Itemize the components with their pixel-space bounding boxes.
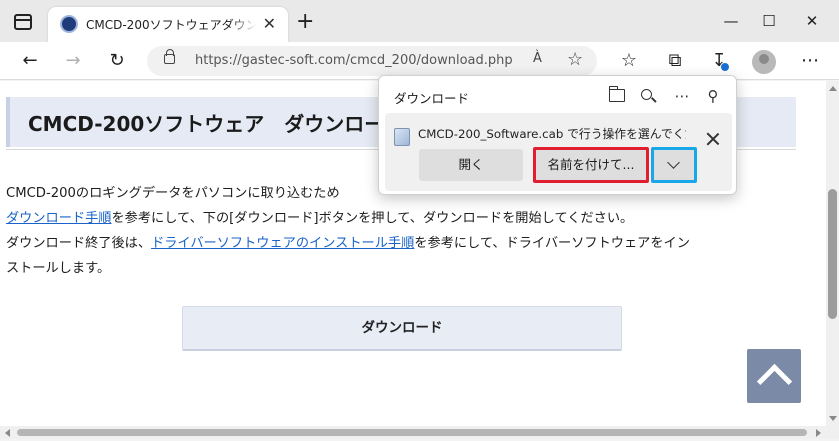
url-text[interactable]: https://gastec-soft.com/cmcd_200/downloa… (195, 53, 513, 68)
scrollbar-corner (826, 426, 839, 439)
downloads-flyout: ダウンロード ⋯ ⚲ CMCD-200_Software.cab で行う操作を選… (378, 75, 737, 195)
favorites-icon[interactable]: ☆ (616, 48, 642, 74)
tab-active[interactable]: CMCD-200ソフトウェアダウンロードページ ✕ (48, 7, 288, 42)
refresh-icon[interactable]: ↻ (104, 48, 130, 74)
collections-icon[interactable]: ⧉ (662, 48, 688, 74)
open-folder-icon[interactable] (608, 86, 625, 102)
title-bar: CMCD-200ソフトウェアダウンロードページ ✕ + — ☐ ✕ (0, 0, 839, 42)
vertical-scroll-thumb[interactable] (828, 189, 837, 319)
save-as-button[interactable]: 名前を付けて... (533, 147, 649, 183)
horizontal-scrollbar[interactable] (0, 426, 826, 439)
scroll-up-icon[interactable] (829, 86, 837, 91)
lock-icon[interactable] (164, 49, 175, 64)
download-badge-icon (720, 62, 730, 72)
flyout-title: ダウンロード (394, 91, 470, 106)
scroll-right-icon[interactable] (816, 429, 821, 437)
para-line-3-rest: を参考にして、ドライバーソフトウェアをイン (414, 236, 690, 251)
para-line-4: ストールします。 (6, 261, 111, 276)
horizontal-scroll-thumb[interactable] (17, 429, 807, 436)
para-line-3-start: ダウンロード終了後は、 (6, 236, 152, 251)
download-item: CMCD-200_Software.cab で行う操作を選んでくださ... 開く… (385, 113, 732, 191)
cab-file-icon (394, 128, 410, 146)
search-downloads-icon[interactable] (641, 89, 652, 100)
add-favorite-icon[interactable]: ☆ (567, 49, 583, 70)
instructions-paragraph: CMCD-200のロギングデータをパソコンに取り込むため ダウンロード手順を参考… (6, 181, 816, 281)
driver-install-link[interactable]: ドライバーソフトウェアのインストール手順 (151, 236, 414, 251)
download-procedure-link[interactable]: ダウンロード手順 (6, 211, 112, 226)
scroll-to-top-icon[interactable] (747, 349, 801, 403)
address-bar[interactable]: https://gastec-soft.com/cmcd_200/downloa… (147, 46, 597, 76)
page-title: CMCD-200ソフトウェア ダウンロード (28, 112, 405, 136)
minimize-button[interactable]: — (716, 10, 746, 32)
maximize-button[interactable]: ☐ (754, 10, 784, 32)
back-icon[interactable]: ← (17, 48, 43, 74)
scroll-left-icon[interactable] (5, 429, 10, 437)
tab-title: CMCD-200ソフトウェアダウンロードページ (86, 18, 256, 32)
scroll-down-icon[interactable] (829, 416, 837, 421)
para-line-1: CMCD-200のロギングデータをパソコンに取り込むため (6, 186, 340, 201)
vertical-scrollbar[interactable] (826, 81, 839, 426)
download-item-label: CMCD-200_Software.cab で行う操作を選んでくださ... (418, 127, 686, 141)
tab-close-icon[interactable]: ✕ (263, 15, 276, 33)
dismiss-download-icon[interactable] (704, 130, 722, 148)
open-button[interactable]: 開く (419, 149, 523, 181)
close-window-button[interactable]: ✕ (797, 10, 827, 32)
profile-avatar[interactable] (752, 50, 776, 74)
pin-icon[interactable]: ⚲ (701, 84, 725, 108)
new-tab-button[interactable]: + (296, 11, 314, 33)
more-options-icon[interactable]: ⋯ (670, 84, 694, 108)
forward-icon[interactable]: → (60, 48, 86, 74)
read-aloud-icon[interactable]: À (533, 51, 542, 66)
download-button[interactable]: ダウンロード (182, 306, 622, 351)
para-line-2: を参考にして、下の[ダウンロード]ボタンを押して、ダウンロードを開始してください… (111, 211, 634, 226)
save-options-dropdown-icon[interactable] (651, 147, 697, 183)
tab-actions-icon[interactable] (14, 14, 32, 30)
site-favicon-icon (60, 15, 78, 33)
settings-menu-icon[interactable]: ⋯ (797, 48, 823, 74)
